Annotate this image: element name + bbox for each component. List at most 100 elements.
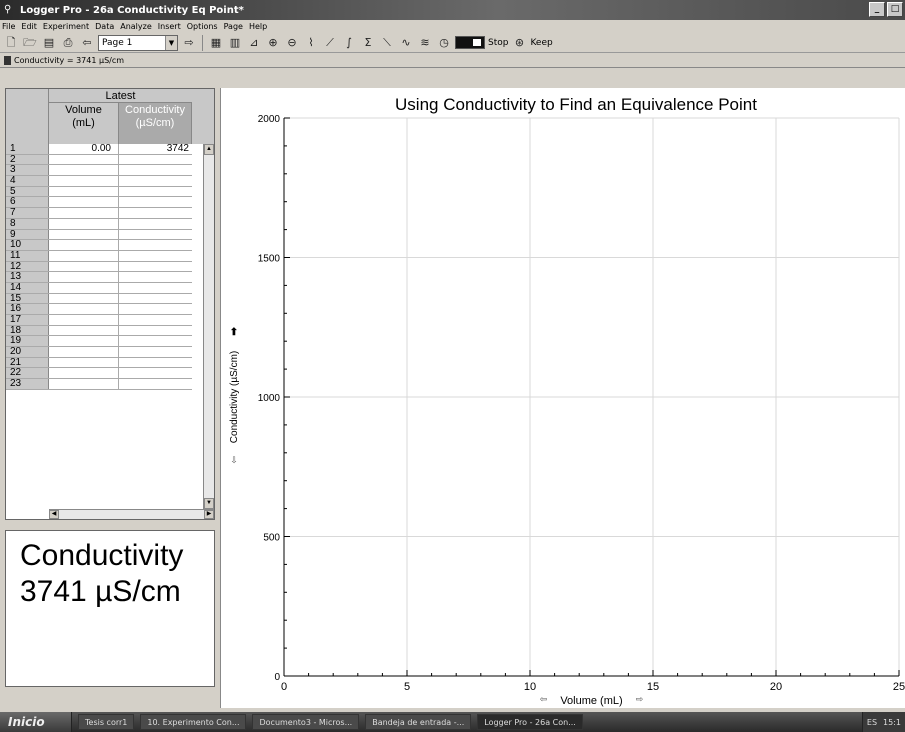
volume-cell[interactable] bbox=[49, 315, 119, 325]
table-row[interactable]: 3 bbox=[6, 165, 192, 177]
graph-panel[interactable]: 0 5 10 15 20 25 0 500 1000 1500 2000 Using Conducti… bbox=[220, 88, 905, 708]
stop-button[interactable]: Stop bbox=[488, 38, 508, 48]
table-row[interactable]: 4 bbox=[6, 176, 192, 187]
menu-analyze[interactable]: Analyze bbox=[120, 22, 152, 31]
conductivity-cell[interactable] bbox=[119, 155, 192, 165]
table-row[interactable]: 16 bbox=[6, 304, 192, 315]
volume-cell[interactable] bbox=[49, 336, 119, 347]
task-item[interactable]: Documento3 - Micros... bbox=[252, 714, 360, 730]
meter-icon[interactable]: ▥ bbox=[227, 35, 243, 51]
graph-svg[interactable]: 0 5 10 15 20 25 0 500 1000 1500 2000 Using Conducti… bbox=[221, 88, 905, 708]
table-vertical-scrollbar[interactable]: ▲ ▼ bbox=[203, 144, 214, 509]
scroll-right-icon[interactable]: ▶ bbox=[204, 510, 214, 519]
minimize-button[interactable]: _ bbox=[869, 2, 885, 17]
autoscale-icon[interactable]: ⊿ bbox=[246, 35, 262, 51]
table-icon[interactable]: ▦ bbox=[208, 35, 224, 51]
conductivity-cell[interactable] bbox=[119, 176, 192, 186]
previous-page-icon[interactable]: ⇦ bbox=[79, 35, 95, 51]
task-item[interactable]: 10. Experimento Con... bbox=[140, 714, 247, 730]
menu-page[interactable]: Page bbox=[224, 22, 243, 31]
table-row[interactable]: 15 bbox=[6, 293, 192, 305]
model-icon[interactable]: ≋ bbox=[417, 35, 433, 51]
keep-button[interactable]: Keep bbox=[530, 38, 552, 48]
open-folder-icon[interactable]: 🗁 bbox=[22, 35, 38, 51]
volume-cell[interactable] bbox=[49, 282, 119, 293]
task-item[interactable]: Bandeja de entrada -... bbox=[365, 714, 472, 730]
volume-cell[interactable] bbox=[49, 240, 119, 250]
zoom-in-icon[interactable]: ⊕ bbox=[265, 35, 281, 51]
column-header-volume[interactable]: Volume (mL) bbox=[49, 103, 119, 144]
conductivity-cell[interactable] bbox=[119, 304, 192, 314]
menu-insert[interactable]: Insert bbox=[158, 22, 181, 31]
conductivity-cell[interactable] bbox=[119, 262, 192, 272]
table-row[interactable]: 14 bbox=[6, 283, 192, 294]
volume-cell[interactable] bbox=[49, 229, 119, 240]
menu-experiment[interactable]: Experiment bbox=[43, 22, 89, 31]
start-button[interactable]: Inicio bbox=[0, 712, 72, 732]
conductivity-cell[interactable]: 3742 bbox=[119, 144, 192, 154]
volume-cell[interactable] bbox=[49, 186, 119, 197]
menu-edit[interactable]: Edit bbox=[21, 22, 37, 31]
menu-file[interactable]: File bbox=[2, 22, 15, 31]
task-item[interactable]: Tesis corr1 bbox=[78, 714, 135, 730]
volume-cell[interactable] bbox=[49, 197, 119, 208]
chevron-down-icon[interactable]: ▼ bbox=[165, 35, 177, 50]
conductivity-cell[interactable] bbox=[119, 165, 192, 175]
conductivity-cell[interactable] bbox=[119, 187, 192, 197]
table-row[interactable]: 8 bbox=[6, 218, 192, 230]
table-row[interactable]: 6 bbox=[6, 197, 192, 209]
conductivity-cell[interactable] bbox=[119, 272, 192, 282]
stopwatch-icon[interactable]: ◷ bbox=[436, 35, 452, 51]
table-row[interactable]: 9 bbox=[6, 229, 192, 241]
volume-cell[interactable] bbox=[49, 176, 119, 186]
volume-cell[interactable] bbox=[49, 218, 119, 229]
conductivity-cell[interactable] bbox=[119, 326, 192, 336]
language-indicator[interactable]: ES bbox=[867, 718, 877, 727]
tangent-icon[interactable]: ⟋ bbox=[322, 35, 338, 51]
table-row[interactable]: 7 bbox=[6, 208, 192, 219]
conductivity-cell[interactable] bbox=[119, 283, 192, 293]
menu-help[interactable]: Help bbox=[249, 22, 267, 31]
save-icon[interactable]: ▤ bbox=[41, 35, 57, 51]
next-page-icon[interactable]: ⇨ bbox=[181, 35, 197, 51]
volume-cell[interactable]: 0.00 bbox=[49, 144, 119, 154]
volume-cell[interactable] bbox=[49, 272, 119, 282]
volume-cell[interactable] bbox=[49, 250, 119, 261]
page-select[interactable]: Page 1 ▼ bbox=[98, 34, 178, 51]
conductivity-cell[interactable] bbox=[119, 294, 192, 304]
scroll-left-icon[interactable]: ◀ bbox=[49, 510, 59, 519]
table-row[interactable]: 19 bbox=[6, 336, 192, 348]
volume-cell[interactable] bbox=[49, 368, 119, 379]
table-row[interactable]: 13 bbox=[6, 272, 192, 283]
print-icon[interactable]: ⎙ bbox=[60, 35, 76, 51]
maximize-button[interactable]: □ bbox=[887, 2, 903, 17]
volume-cell[interactable] bbox=[49, 261, 119, 272]
integral-icon[interactable]: ∫ bbox=[341, 35, 357, 51]
zoom-out-icon[interactable]: ⊖ bbox=[284, 35, 300, 51]
table-row[interactable]: 5 bbox=[6, 186, 192, 198]
conductivity-cell[interactable] bbox=[119, 251, 192, 261]
volume-cell[interactable] bbox=[49, 208, 119, 218]
table-row[interactable]: 11 bbox=[6, 251, 192, 262]
curve-fit-icon[interactable]: ∿ bbox=[398, 35, 414, 51]
conductivity-cell[interactable] bbox=[119, 347, 192, 357]
volume-cell[interactable] bbox=[49, 357, 119, 368]
table-row[interactable]: 10 bbox=[6, 240, 192, 251]
volume-cell[interactable] bbox=[49, 154, 119, 165]
statistics-icon[interactable]: Σ bbox=[360, 35, 376, 51]
conductivity-cell[interactable] bbox=[119, 379, 192, 389]
menu-data[interactable]: Data bbox=[95, 22, 114, 31]
table-row[interactable]: 12 bbox=[6, 261, 192, 273]
linear-fit-icon[interactable]: ⟍ bbox=[379, 35, 395, 51]
scroll-down-icon[interactable]: ▼ bbox=[204, 498, 214, 509]
table-row[interactable]: 22 bbox=[6, 368, 192, 380]
volume-cell[interactable] bbox=[49, 347, 119, 357]
volume-cell[interactable] bbox=[49, 165, 119, 176]
task-item[interactable]: Logger Pro - 26a Con... bbox=[477, 714, 583, 730]
conductivity-cell[interactable] bbox=[119, 336, 192, 346]
conductivity-cell[interactable] bbox=[119, 240, 192, 250]
table-horizontal-scrollbar[interactable]: ◀ ▶ bbox=[49, 509, 214, 519]
table-row[interactable]: 1 0.00 3742 bbox=[6, 144, 192, 155]
volume-cell[interactable] bbox=[49, 379, 119, 389]
meter-bar-reading[interactable]: Conductivity = 3741 µS/cm bbox=[14, 56, 124, 65]
